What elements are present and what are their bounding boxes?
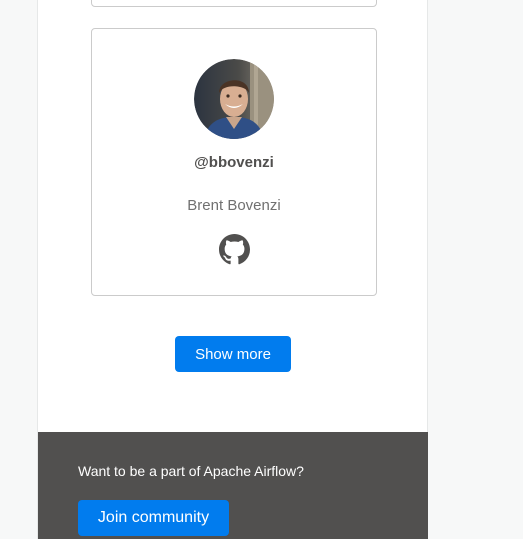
avatar [194, 59, 274, 139]
community-footer: Want to be a part of Apache Airflow? Joi… [38, 432, 428, 539]
content-column: @bbovenzi Brent Bovenzi Show more Want t… [37, 0, 428, 539]
previous-committer-card [91, 0, 377, 7]
committer-name: Brent Bovenzi [187, 197, 281, 214]
show-more-button[interactable]: Show more [175, 336, 291, 372]
footer-prompt: Want to be a part of Apache Airflow? [78, 463, 304, 479]
page: @bbovenzi Brent Bovenzi Show more Want t… [0, 0, 523, 539]
github-icon[interactable] [219, 234, 250, 265]
committer-handle: @bbovenzi [194, 154, 274, 171]
join-community-button[interactable]: Join community [78, 500, 229, 536]
committer-card: @bbovenzi Brent Bovenzi [91, 28, 377, 296]
